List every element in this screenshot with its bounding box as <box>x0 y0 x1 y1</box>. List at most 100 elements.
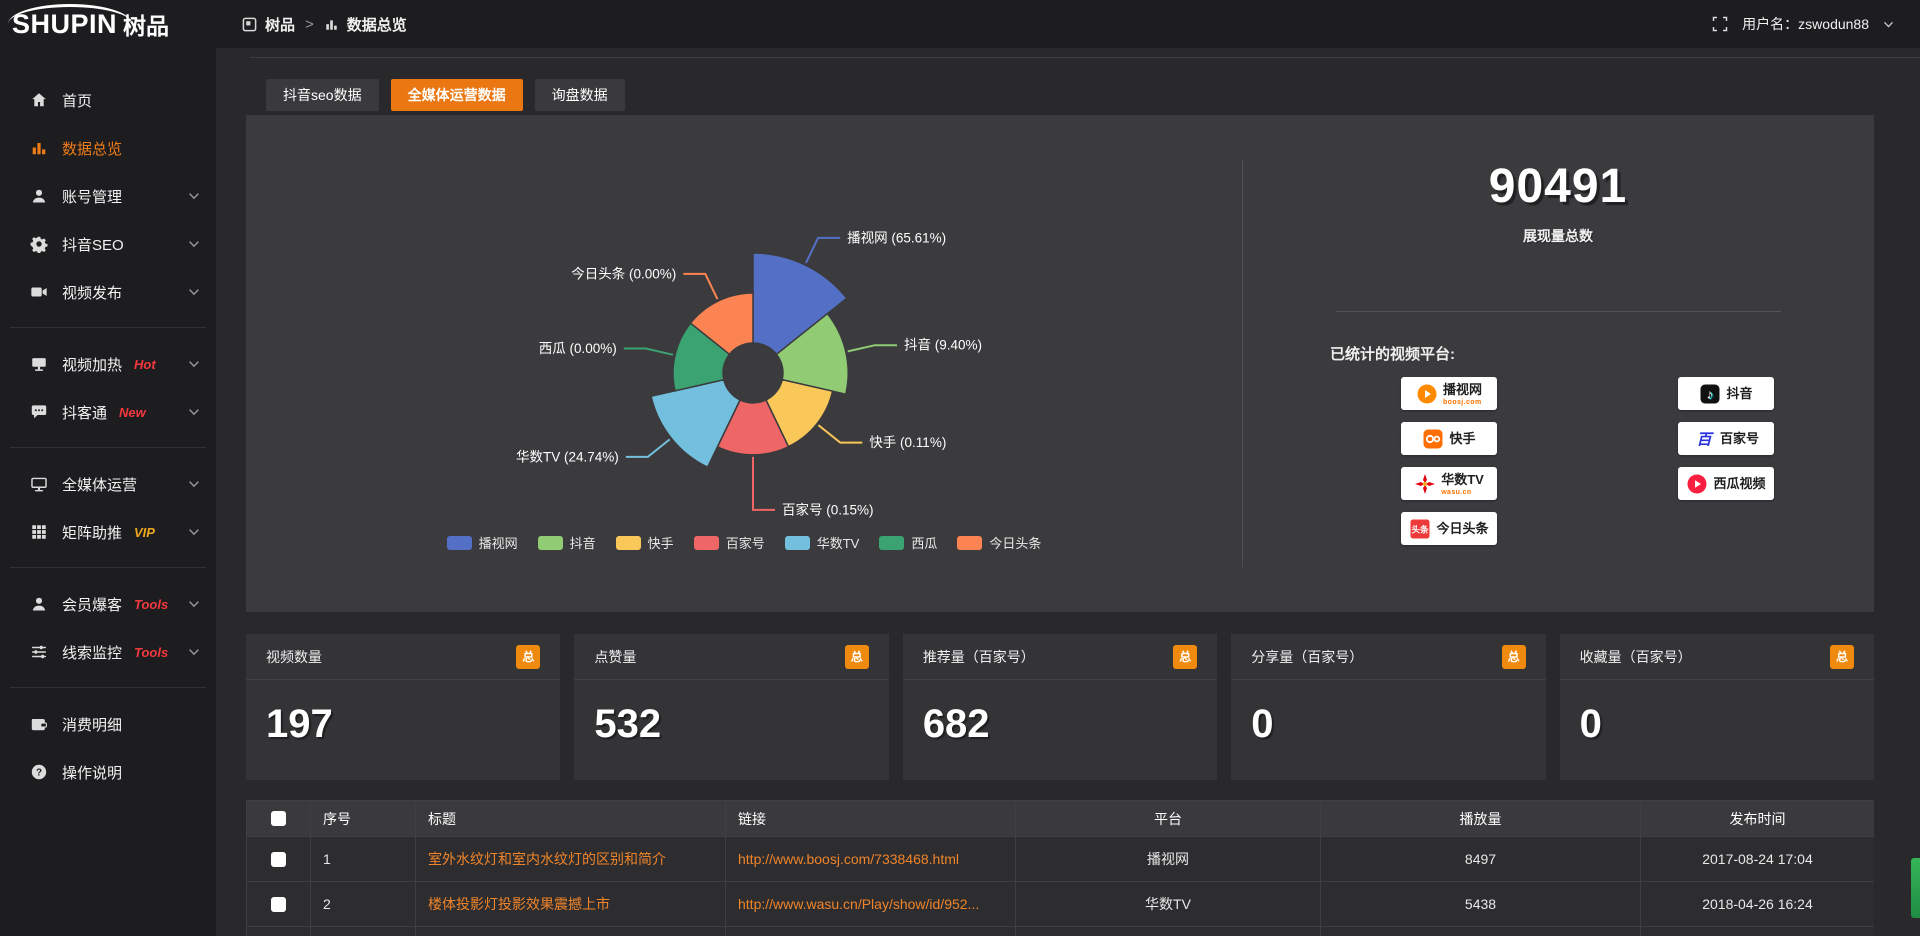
cell-title[interactable]: 室外水纹灯和室内水纹灯的区别和简介 <box>416 837 726 882</box>
sidebar-item-label: 全媒体运营 <box>62 474 137 495</box>
platform-name: 抖音 <box>1726 386 1752 401</box>
stat-card-total-badge[interactable]: 总 <box>845 645 869 669</box>
platform-badge-boosj[interactable]: 播视网boosj.com <box>1401 377 1497 410</box>
platform-badge-douyin[interactable]: ♪♪抖音 <box>1678 377 1774 410</box>
videos-table: 序号标题链接平台播放量发布时间1室外水纹灯和室内水纹灯的区别和简介http://… <box>246 800 1874 936</box>
cell-title[interactable]: 楼体投影灯投影效果震撼上市 <box>416 882 726 927</box>
sidebar: SHUPIN 树品 首页数据总览账号管理抖音SEO 视频发布视频加热Hot抖客通N… <box>0 0 216 936</box>
pie-slice-4[interactable] <box>651 380 740 468</box>
main-content: 抖音seo数据全媒体运营数据询盘数据 播视网 (65.61%)抖音 (9.40%… <box>216 48 1920 936</box>
cell-time: 2018-04-26 16:24 <box>1641 882 1875 927</box>
sidebar-item-video[interactable]: 视频发布 <box>0 268 216 316</box>
heat-icon <box>30 355 48 373</box>
tab-2[interactable]: 询盘数据 <box>535 79 625 111</box>
platform-badge-toutiao[interactable]: 头条今日头条 <box>1401 512 1497 545</box>
sidebar-item-badge: Hot <box>134 357 156 372</box>
platform-badges-left: 播视网boosj.com 快手华数TVwasu.cn 头条今日头条 <box>1401 377 1497 545</box>
sidebar-item-home[interactable]: 首页 <box>0 76 216 124</box>
sidebar-item-gear[interactable]: 抖音SEO <box>0 220 216 268</box>
tab-1-active[interactable]: 全媒体运营数据 <box>391 79 523 111</box>
column-header-1[interactable]: 标题 <box>416 801 726 837</box>
legend-label: 华数TV <box>817 533 860 552</box>
sidebar-item-grid[interactable]: 矩阵助推VIP <box>0 508 216 556</box>
sidebar-item-chart-bar[interactable]: 数据总览 <box>0 124 216 172</box>
row-checkbox-cell <box>247 927 311 936</box>
stat-card-total-badge[interactable]: 总 <box>1173 645 1197 669</box>
sidebar-item-monitor[interactable]: 全媒体运营 <box>0 460 216 508</box>
cell-link[interactable]: http://www.boosj.com/7338468.html <box>726 837 1016 882</box>
user-icon <box>30 187 48 205</box>
sidebar-item-label: 抖音SEO <box>62 234 124 255</box>
platform-sub: boosj.com <box>1443 399 1482 406</box>
fullscreen-icon[interactable] <box>1712 16 1728 32</box>
platforms-label: 已统计的视频平台: <box>1330 343 1455 364</box>
username-menu[interactable]: 用户名：zswodun88 <box>1742 14 1869 34</box>
legend-swatch <box>616 536 641 550</box>
breadcrumb-root[interactable]: 树品 <box>265 14 295 35</box>
cell-views: 8497 <box>1321 837 1641 882</box>
boosj-logo-icon <box>1416 383 1438 405</box>
pie-label-5: 西瓜 (0.00%) <box>539 341 617 356</box>
chevron-down-icon <box>188 646 200 658</box>
legend-item-6[interactable]: 今日头条 <box>957 533 1041 552</box>
column-header-5[interactable]: 发布时间 <box>1641 801 1875 837</box>
sidebar-item-wallet[interactable]: 消费明细 <box>0 700 216 748</box>
floating-widget[interactable] <box>1911 858 1920 918</box>
legend-item-5[interactable]: 西瓜 <box>879 533 937 552</box>
legend-item-1[interactable]: 抖音 <box>538 533 596 552</box>
sidebar-item-badge: Tools <box>134 645 168 660</box>
stat-card-header: 点赞量总 <box>574 634 888 680</box>
sidebar-item-user-star[interactable]: 会员爆客Tools <box>0 580 216 628</box>
stat-cards: 视频数量总197点赞量总532推荐量（百家号）总682分享量（百家号）总0收藏量… <box>246 634 1874 780</box>
legend-item-3[interactable]: 百家号 <box>694 533 765 552</box>
sidebar-item-heat[interactable]: 视频加热Hot <box>0 340 216 388</box>
stat-card-2: 推荐量（百家号） 总 682 <box>903 634 1217 780</box>
sidebar-divider <box>10 687 206 688</box>
stat-card-value: 682 <box>903 680 1217 747</box>
stat-card-header: 视频数量总 <box>246 634 560 680</box>
pie-label-1: 抖音 (9.40%) <box>904 337 982 353</box>
legend-item-4[interactable]: 华数TV <box>785 533 860 552</box>
platform-name: 快手 <box>1449 431 1475 446</box>
sidebar-item-label: 数据总览 <box>62 138 122 159</box>
legend-item-2[interactable]: 快手 <box>616 533 674 552</box>
column-header-3[interactable]: 平台 <box>1016 801 1321 837</box>
platform-badge-wasu[interactable]: 华数TVwasu.cn <box>1401 467 1497 500</box>
sidebar-item-user[interactable]: 账号管理 <box>0 172 216 220</box>
platform-badge-baijiahao[interactable]: 百百家号 <box>1678 422 1774 455</box>
legend-label: 快手 <box>648 533 674 552</box>
row-checkbox[interactable] <box>271 852 286 867</box>
legend-label: 西瓜 <box>911 533 937 552</box>
stat-card-total-badge[interactable]: 总 <box>1830 645 1854 669</box>
sidebar-divider <box>10 447 206 448</box>
legend-swatch <box>694 536 719 550</box>
pie-legend: 播视网 抖音 快手 百家号 华数TV 西瓜 今日头条 <box>246 533 1242 552</box>
stat-card-total-badge[interactable]: 总 <box>1502 645 1526 669</box>
pie-label-3: 百家号 (0.15%) <box>782 501 874 517</box>
column-header-0[interactable]: 序号 <box>311 801 416 837</box>
sidebar-item-sliders[interactable]: 线索监控Tools <box>0 628 216 676</box>
stat-card-total-badge[interactable]: 总 <box>516 645 540 669</box>
stat-card-title: 收藏量（百家号） <box>1580 647 1692 667</box>
row-checkbox[interactable] <box>271 897 286 912</box>
logo[interactable]: SHUPIN 树品 <box>0 0 216 48</box>
select-all-checkbox[interactable] <box>271 811 286 826</box>
column-header-2[interactable]: 链接 <box>726 801 1016 837</box>
platform-badge-xigua[interactable]: 西瓜视频 <box>1678 467 1774 500</box>
monitor-icon <box>30 475 48 493</box>
chevron-down-icon <box>188 286 200 298</box>
sidebar-item-chat[interactable]: 抖客通New <box>0 388 216 436</box>
legend-item-0[interactable]: 播视网 <box>447 533 518 552</box>
svg-text:♪: ♪ <box>1707 386 1714 401</box>
stat-card-title: 推荐量（百家号） <box>923 647 1035 667</box>
sidebar-item-question[interactable]: ?操作说明 <box>0 748 216 796</box>
column-header-4[interactable]: 播放量 <box>1321 801 1641 837</box>
chevron-down-icon <box>188 478 200 490</box>
cell-link[interactable]: http://www.wasu.cn/Play/show/id/952... <box>726 882 1016 927</box>
stat-card-value: 532 <box>574 680 888 747</box>
chevron-down-icon[interactable] <box>1883 19 1894 30</box>
sidebar-item-label: 抖客通 <box>62 402 107 423</box>
tab-0[interactable]: 抖音seo数据 <box>266 79 379 111</box>
pie-label-4: 华数TV (24.74%) <box>516 449 619 464</box>
platform-badge-kuaishou[interactable]: 快手 <box>1401 422 1497 455</box>
